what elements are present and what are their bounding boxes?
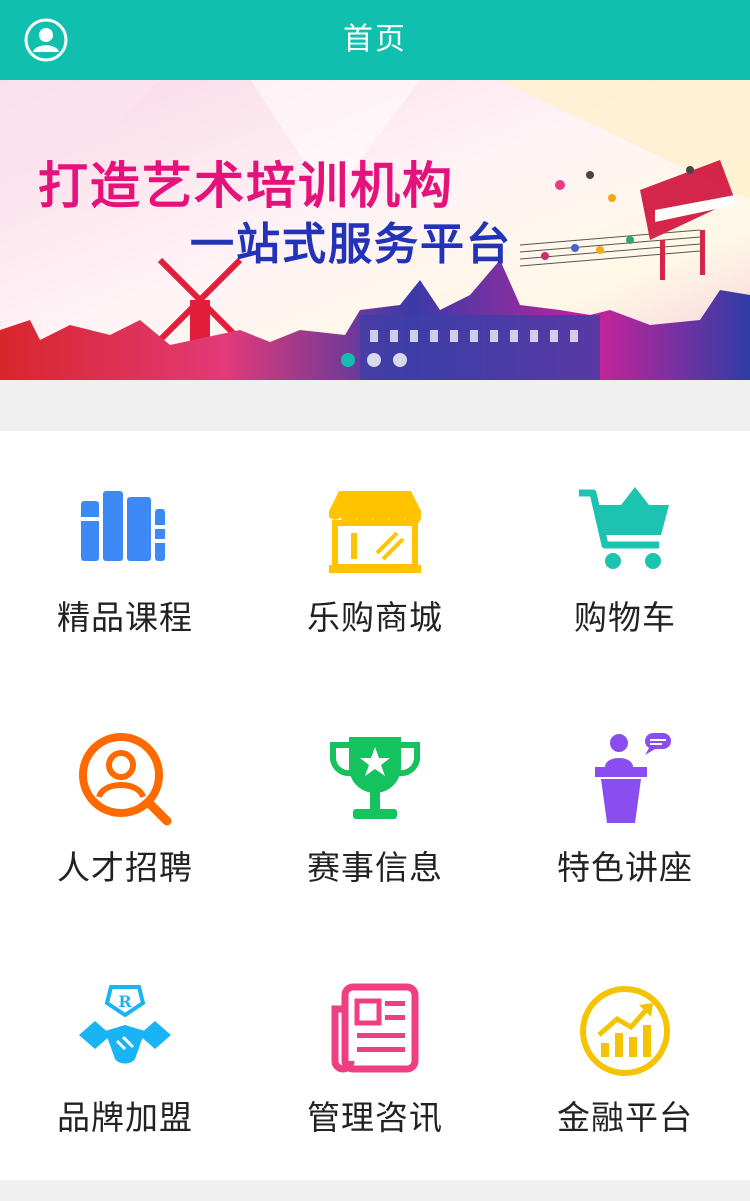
trophy-icon — [325, 731, 425, 831]
page-title: 首页 — [343, 22, 407, 57]
menu-item-lectures[interactable]: 特色讲座 — [500, 681, 750, 931]
menu-item-competitions[interactable]: 赛事信息 — [250, 681, 500, 931]
top-bar: 首页 — [0, 0, 750, 80]
carousel-dot-3[interactable] — [393, 353, 407, 367]
menu-label: 特色讲座 — [557, 848, 693, 887]
lecture-podium-icon — [575, 731, 675, 831]
menu-item-consulting[interactable]: 管理咨讯 — [250, 931, 500, 1181]
newspaper-icon — [325, 981, 425, 1081]
menu-label: 人才招聘 — [57, 848, 193, 887]
books-icon — [75, 481, 175, 581]
menu-label: 精品课程 — [57, 598, 193, 637]
finance-growth-icon — [575, 981, 675, 1081]
menu-item-cart[interactable]: 购物车 — [500, 431, 750, 681]
svg-text:R: R — [118, 992, 132, 1011]
menu-item-franchise[interactable]: R 品牌加盟 — [0, 931, 250, 1181]
menu-item-mall[interactable]: 乐购商城 — [250, 431, 500, 681]
promo-banner[interactable]: 打造艺术培训机构 一站式服务平台 — [0, 80, 750, 380]
menu-label: 金融平台 — [557, 1098, 693, 1137]
feature-grid: 精品课程 乐购商城 购物车 人才招聘 赛事信息 特色讲座 R 品牌加盟 管理咨讯… — [0, 431, 750, 1180]
person-search-icon — [75, 731, 175, 831]
carousel-dot-2[interactable] — [367, 353, 381, 367]
menu-label: 购物车 — [574, 598, 676, 637]
menu-label: 品牌加盟 — [57, 1098, 193, 1137]
menu-item-finance[interactable]: 金融平台 — [500, 931, 750, 1181]
carousel-dot-1[interactable] — [341, 353, 355, 367]
handshake-brand-icon: R — [75, 981, 175, 1081]
menu-item-recruitment[interactable]: 人才招聘 — [0, 681, 250, 931]
menu-label: 赛事信息 — [307, 848, 443, 887]
storefront-icon — [325, 481, 425, 581]
banner-headline-2: 一站式服务平台 — [190, 219, 512, 270]
menu-item-courses[interactable]: 精品课程 — [0, 431, 250, 681]
menu-label: 乐购商城 — [307, 598, 443, 637]
menu-label: 管理咨讯 — [307, 1098, 443, 1137]
shopping-cart-icon — [575, 481, 675, 581]
